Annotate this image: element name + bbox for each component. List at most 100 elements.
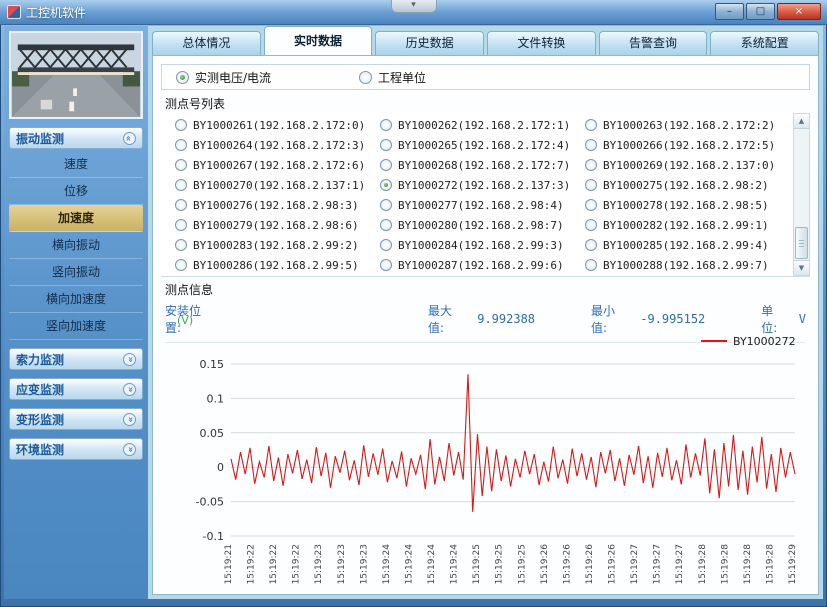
x-axis-tick: 15:19:23 <box>359 544 369 584</box>
point-option[interactable]: BY1000284(192.168.2.99:3) <box>380 239 585 252</box>
radio-icon <box>359 71 372 84</box>
x-axis-tick: 15:19:27 <box>675 544 685 584</box>
app-icon <box>7 5 21 19</box>
sidebar-group-应变监测[interactable]: 应变监测 » <box>9 378 143 400</box>
point-option[interactable]: BY1000282(192.168.2.99:1) <box>585 219 790 232</box>
point-option[interactable]: BY1000264(192.168.2.172:3) <box>175 139 380 152</box>
point-option[interactable]: BY1000280(192.168.2.98:7) <box>380 219 585 232</box>
radio-icon <box>176 71 189 84</box>
point-option[interactable]: BY1000265(192.168.2.172:4) <box>380 139 585 152</box>
mode-option-实测电压/电流[interactable]: 实测电压/电流 <box>176 69 271 86</box>
sidebar-group-索力监测[interactable]: 索力监测» <box>9 348 143 370</box>
radio-icon <box>380 259 392 271</box>
point-label: BY1000265(192.168.2.172:4) <box>398 139 570 152</box>
expand-icon[interactable]: » <box>123 443 136 456</box>
radio-icon <box>585 219 597 231</box>
tab-历史数据[interactable]: 历史数据 <box>375 31 484 55</box>
x-axis-tick: 15:19:28 <box>765 544 775 585</box>
point-option[interactable]: BY1000275(192.168.2.98:2) <box>585 179 790 192</box>
x-axis-tick: 15:19:22 <box>292 544 302 584</box>
mode-option-label: 工程单位 <box>378 69 426 86</box>
point-option[interactable]: BY1000278(192.168.2.98:5) <box>585 199 790 212</box>
radio-icon <box>380 119 392 131</box>
sidebar-item-加速度[interactable]: 加速度 <box>9 205 143 232</box>
point-list-scrollbar[interactable]: ▲ ▼ <box>793 113 810 276</box>
point-option[interactable]: BY1000286(192.168.2.99:5) <box>175 259 380 272</box>
point-option[interactable]: BY1000269(192.168.2.137:0) <box>585 159 790 172</box>
sidebar-group-振动监测[interactable]: 振动监测 » <box>9 127 143 149</box>
tab-总体情况[interactable]: 总体情况 <box>152 31 261 55</box>
collapse-icon[interactable]: » <box>123 132 136 145</box>
mode-option-label: 实测电压/电流 <box>195 69 271 86</box>
point-label: BY1000275(192.168.2.98:2) <box>603 179 769 192</box>
point-option[interactable]: BY1000277(192.168.2.98:4) <box>380 199 585 212</box>
x-axis-tick: 15:19:26 <box>562 544 572 585</box>
maximize-button[interactable]: □ <box>746 3 775 20</box>
x-axis-tick: 15:19:29 <box>788 544 798 585</box>
point-option[interactable]: BY1000276(192.168.2.98:3) <box>175 199 380 212</box>
point-option[interactable]: BY1000288(192.168.2.99:7) <box>585 259 790 272</box>
scroll-up-icon[interactable]: ▲ <box>794 114 809 129</box>
point-option[interactable]: BY1000270(192.168.2.137:1) <box>175 179 380 192</box>
chevron-down-icon: ▾ <box>411 0 416 10</box>
app-body: 振动监测 » 速度位移加速度横向振动竖向振动横向加速度竖向加速度索力监测» 应变监测 »… <box>4 26 823 599</box>
point-option[interactable]: BY1000285(192.168.2.99:4) <box>585 239 790 252</box>
tab-告警查询[interactable]: 告警查询 <box>599 31 708 55</box>
main-area: 总体情况实时数据历史数据文件转换告警查询系统配置 实测电压/电流工程单位 测点号… <box>148 26 823 599</box>
sidebar-group-环境监测[interactable]: 环境监测» <box>9 438 143 460</box>
radio-icon <box>585 199 597 211</box>
point-option[interactable]: BY1000263(192.168.2.172:2) <box>585 119 790 132</box>
display-mode-group: 实测电压/电流 工程单位 <box>161 64 810 90</box>
point-label: BY1000270(192.168.2.137:1) <box>193 179 365 192</box>
tab-实时数据[interactable]: 实时数据 <box>264 26 373 55</box>
tab-文件转换[interactable]: 文件转换 <box>487 31 596 55</box>
sidebar-groups: 振动监测 » 速度位移加速度横向振动竖向振动横向加速度竖向加速度索力监测» 应变监测 »… <box>6 127 146 460</box>
x-axis-tick: 15:19:25 <box>517 544 527 584</box>
sidebar-item-横向加速度[interactable]: 横向加速度 <box>9 286 143 313</box>
radio-icon <box>175 199 187 211</box>
titlebar[interactable]: 工控机软件 ▾ – □ × <box>0 0 827 25</box>
expand-icon[interactable]: » <box>123 383 136 396</box>
minimize-button[interactable]: – <box>715 3 744 20</box>
point-option[interactable]: BY1000262(192.168.2.172:1) <box>380 119 585 132</box>
group-label: 振动监测 <box>16 130 64 147</box>
point-option[interactable]: BY1000279(192.168.2.98:6) <box>175 219 380 232</box>
group-label: 变形监测 <box>16 411 64 428</box>
x-axis-tick: 15:19:25 <box>495 544 505 584</box>
point-option[interactable]: BY1000261(192.168.2.172:0) <box>175 119 380 132</box>
point-label: BY1000266(192.168.2.172:5) <box>603 139 775 152</box>
window-title: 工控机软件 <box>26 4 86 21</box>
scrollbar-thumb[interactable] <box>795 227 808 259</box>
expand-icon[interactable]: » <box>123 353 136 366</box>
x-axis-tick: 15:19:23 <box>314 544 324 584</box>
x-axis-tick: 15:19:23 <box>337 544 347 584</box>
sidebar-item-竖向加速度[interactable]: 竖向加速度 <box>9 313 143 340</box>
point-option[interactable]: BY1000287(192.168.2.99:6) <box>380 259 585 272</box>
point-label: BY1000272(192.168.2.137:3) <box>398 179 570 192</box>
sidebar-item-竖向振动[interactable]: 竖向振动 <box>9 259 143 286</box>
tab-系统配置[interactable]: 系统配置 <box>710 31 819 55</box>
point-option[interactable]: BY1000267(192.168.2.172:6) <box>175 159 380 172</box>
sidebar-item-位移[interactable]: 位移 <box>9 178 143 205</box>
close-button[interactable]: × <box>777 3 821 20</box>
titlebar-notch[interactable]: ▾ <box>391 0 437 13</box>
radio-icon <box>175 179 187 191</box>
x-axis-tick: 15:19:28 <box>743 544 753 585</box>
point-option[interactable]: BY1000266(192.168.2.172:5) <box>585 139 790 152</box>
point-label: BY1000280(192.168.2.98:7) <box>398 219 564 232</box>
sidebar-group-变形监测[interactable]: 变形监测 » <box>9 408 143 430</box>
point-option[interactable]: BY1000283(192.168.2.99:2) <box>175 239 380 252</box>
sidebar-item-速度[interactable]: 速度 <box>9 151 143 178</box>
expand-icon[interactable]: » <box>123 413 136 426</box>
radio-icon <box>175 119 187 131</box>
point-label: BY1000278(192.168.2.98:5) <box>603 199 769 212</box>
point-option[interactable]: BY1000268(192.168.2.172:7) <box>380 159 585 172</box>
mode-option-工程单位[interactable]: 工程单位 <box>359 69 426 86</box>
scroll-down-icon[interactable]: ▼ <box>794 260 809 275</box>
radio-icon <box>380 239 392 251</box>
sidebar-item-横向振动[interactable]: 横向振动 <box>9 232 143 259</box>
x-axis-tick: 15:19:24 <box>405 544 415 585</box>
point-option[interactable]: BY1000272(192.168.2.137:3) <box>380 179 585 192</box>
group-label: 应变监测 <box>16 381 64 398</box>
radio-icon <box>380 159 392 171</box>
